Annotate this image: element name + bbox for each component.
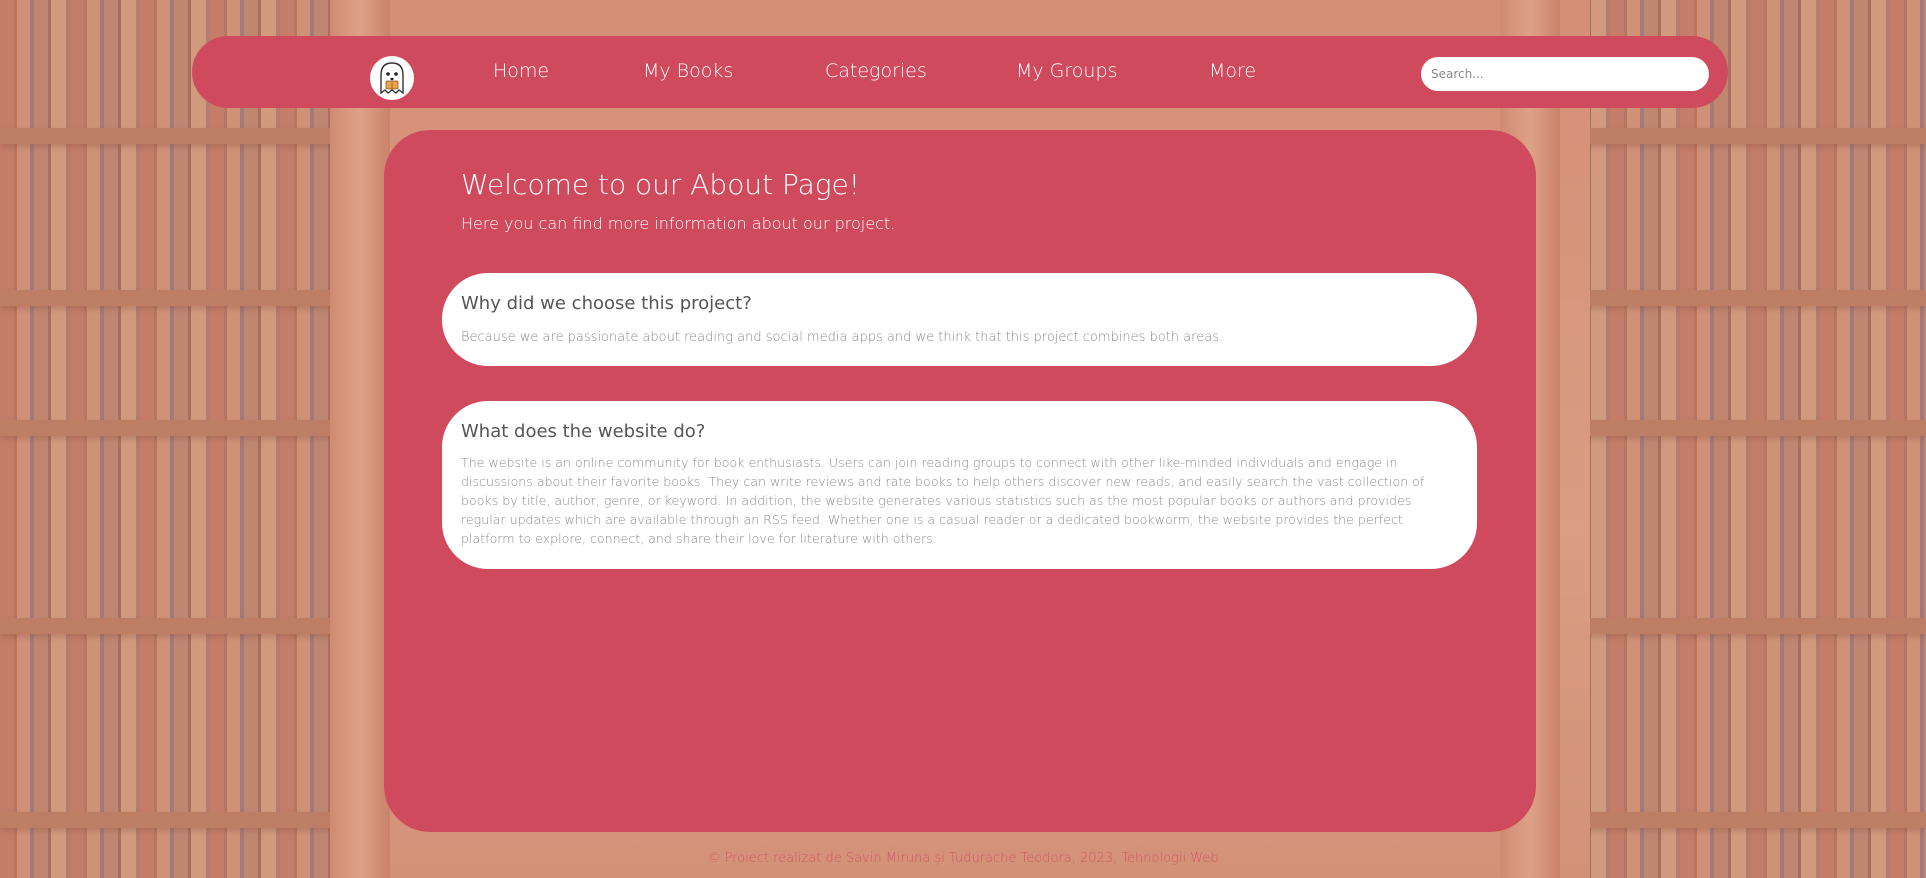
footer-credits: © Proiect realizat de Savin Miruna și Tu…: [707, 851, 1219, 866]
card-heading: What does the website do?: [461, 421, 706, 442]
about-card-why: Why did we choose this project? Because …: [442, 273, 1477, 366]
page-title: Welcome to our About Page!: [461, 168, 860, 201]
nav-link-my-groups[interactable]: My Groups: [1016, 60, 1117, 82]
nav-link-categories[interactable]: Categories: [825, 60, 927, 82]
nav-link-home[interactable]: Home: [493, 60, 549, 82]
search-input[interactable]: [1421, 57, 1709, 91]
nav-link-my-books[interactable]: My Books: [643, 60, 733, 82]
nav-link-more[interactable]: More: [1209, 60, 1256, 82]
ghost-reading-icon: [380, 62, 404, 95]
card-text: The website is an online community for b…: [461, 455, 1425, 546]
about-card-what: What does the website do? The website is…: [442, 401, 1477, 569]
navigation-bar: Home My Books Categories My Groups More: [192, 36, 1728, 108]
about-panel: Welcome to our About Page! Here you can …: [384, 130, 1536, 832]
page-subtitle: Here you can find more information about…: [461, 214, 896, 233]
card-heading: Why did we choose this project?: [461, 293, 752, 314]
site-logo[interactable]: [370, 56, 414, 100]
card-text: Because we are passionate about reading …: [461, 330, 1224, 345]
